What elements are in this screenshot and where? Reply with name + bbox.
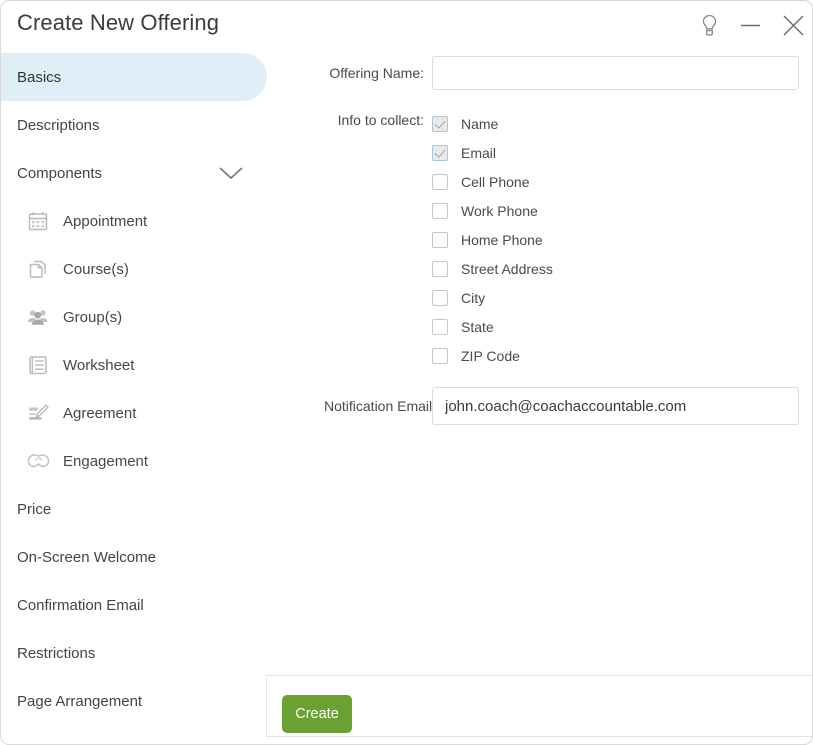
checkbox-cell-phone[interactable]: [432, 173, 448, 190]
sidebar-item-label: Basics: [17, 68, 62, 86]
sidebar-subitem-worksheet[interactable]: Worksheet: [1, 341, 267, 389]
notification-email-label: Notification Email(s):: [324, 398, 453, 414]
close-icon[interactable]: [775, 7, 811, 43]
checkbox-row-street-address[interactable]: Street Address: [432, 254, 553, 283]
create-button[interactable]: Create: [282, 695, 352, 733]
offering-name-input[interactable]: [432, 56, 799, 90]
offering-basics-form: Offering Name: Info to collect: Name Ema…: [267, 49, 812, 674]
sidebar-item-confirmation-email[interactable]: Confirmation Email: [1, 581, 267, 629]
sidebar-subitem-groups[interactable]: Group(s): [1, 293, 267, 341]
sidebar-item-label: Restrictions: [17, 644, 96, 662]
checkbox-state[interactable]: [432, 318, 448, 335]
minimize-icon[interactable]: [732, 7, 768, 43]
checkbox-label: ZIP Code: [461, 347, 520, 364]
handshake-icon: [25, 449, 51, 473]
sidebar-item-restrictions[interactable]: Restrictions: [1, 629, 267, 677]
sidebar-item-descriptions[interactable]: Descriptions: [1, 101, 267, 149]
sidebar-item-label: Price: [17, 500, 52, 518]
checkbox-name: [432, 115, 448, 132]
calendar-icon: [25, 209, 51, 233]
footer-bottom-divider: [266, 736, 812, 737]
checkbox-label: State: [461, 318, 494, 335]
signature-pen-icon: [25, 401, 51, 425]
checkbox-city[interactable]: [432, 289, 448, 306]
sidebar-subitem-agreement[interactable]: Agreement: [1, 389, 267, 437]
checkbox-email: [432, 144, 448, 161]
documents-icon: [25, 257, 51, 281]
checkbox-row-zip-code[interactable]: ZIP Code: [432, 341, 553, 370]
checkbox-row-state[interactable]: State: [432, 312, 553, 341]
checkbox-row-home-phone[interactable]: Home Phone: [432, 225, 553, 254]
checkbox-work-phone[interactable]: [432, 202, 448, 219]
create-offering-dialog: Create New Offering Basics Descriptions: [0, 0, 813, 745]
hint-lightbulb-icon[interactable]: [691, 7, 727, 43]
info-to-collect-row: Info to collect: Name Email Cell Phone W…: [324, 109, 553, 370]
list-icon: [25, 353, 51, 377]
checkbox-label: Cell Phone: [461, 173, 530, 190]
info-to-collect-label: Info to collect:: [337, 112, 424, 128]
checkbox-label: Home Phone: [461, 231, 543, 248]
notification-email-input[interactable]: [432, 387, 799, 425]
checkbox-street-address[interactable]: [432, 260, 448, 277]
dialog-footer: Create: [266, 675, 812, 744]
sidebar-item-basics[interactable]: Basics: [1, 53, 267, 101]
checkbox-label: Name: [461, 115, 499, 132]
sidebar-item-label: Page Arrangement: [17, 692, 143, 710]
sidebar-item-components[interactable]: Components: [1, 149, 267, 197]
checkbox-home-phone[interactable]: [432, 231, 448, 248]
offering-name-row: Offering Name:: [324, 56, 799, 90]
checkbox-zip-code[interactable]: [432, 347, 448, 364]
sidebar-subitem-label: Appointment: [63, 212, 148, 230]
offering-name-label: Offering Name:: [329, 65, 424, 81]
checkbox-label: City: [461, 289, 486, 306]
sidebar-subitem-label: Agreement: [63, 404, 137, 422]
checkbox-row-email: Email: [432, 138, 553, 167]
sidebar-nav: Basics Descriptions Components Appointme…: [1, 53, 267, 743]
sidebar-subitem-courses[interactable]: Course(s): [1, 245, 267, 293]
dialog-title: Create New Offering: [17, 10, 220, 35]
checkbox-row-cell-phone[interactable]: Cell Phone: [432, 167, 553, 196]
sidebar-item-label: On-Screen Welcome: [17, 548, 156, 566]
sidebar-item-label: Confirmation Email: [17, 596, 144, 614]
sidebar-item-page-arrangement[interactable]: Page Arrangement: [1, 677, 267, 725]
sidebar-subitem-label: Course(s): [63, 260, 129, 278]
notification-email-row: Notification Email(s):: [324, 387, 799, 425]
sidebar-item-label: Components: [17, 164, 103, 182]
sidebar-item-label: Descriptions: [17, 116, 100, 134]
checkbox-row-city[interactable]: City: [432, 283, 553, 312]
checkbox-label: Street Address: [461, 260, 553, 277]
sidebar-subitem-appointment[interactable]: Appointment: [1, 197, 267, 245]
sidebar-subitem-label: Worksheet: [63, 356, 135, 374]
sidebar-subitem-engagement[interactable]: Engagement: [1, 437, 267, 485]
chevron-down-icon[interactable]: [217, 165, 245, 181]
sidebar-item-on-screen-welcome[interactable]: On-Screen Welcome: [1, 533, 267, 581]
sidebar-subitem-label: Engagement: [63, 452, 149, 470]
checkbox-row-work-phone[interactable]: Work Phone: [432, 196, 553, 225]
sidebar-subitem-label: Group(s): [63, 308, 123, 326]
sidebar-item-price[interactable]: Price: [1, 485, 267, 533]
checkbox-label: Email: [461, 144, 497, 161]
info-to-collect-checklist: Name Email Cell Phone Work Phone Home Ph: [432, 109, 553, 370]
checkbox-label: Work Phone: [461, 202, 538, 219]
dialog-titlebar: Create New Offering: [1, 1, 812, 49]
people-group-icon: [25, 305, 51, 329]
checkbox-row-name: Name: [432, 109, 553, 138]
